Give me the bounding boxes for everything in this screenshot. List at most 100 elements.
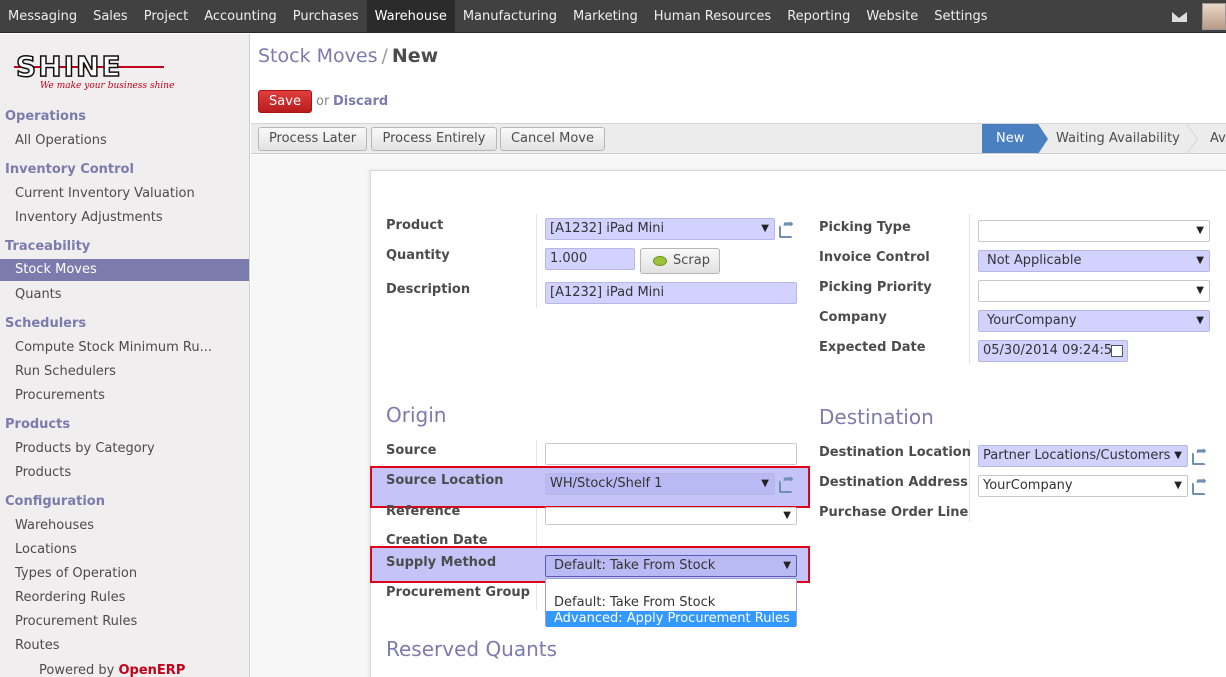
- menu-warehouse[interactable]: Warehouse: [366, 0, 455, 33]
- procurement-group-label: Procurement Group: [386, 585, 530, 600]
- sidebar-item-warehouses[interactable]: Warehouses: [15, 518, 94, 533]
- company-logo: SHINE We make your business shine: [14, 48, 204, 98]
- chevron-down-icon: ▼: [1196, 285, 1204, 296]
- menu-sales[interactable]: Sales: [85, 0, 136, 33]
- invoice-control-value: Not Applicable: [987, 253, 1082, 268]
- chevron-down-icon: ▼: [761, 223, 769, 234]
- mail-icon[interactable]: [1172, 12, 1187, 22]
- sidebar-section-schedulers: Schedulers: [5, 316, 87, 331]
- save-button[interactable]: Save: [258, 90, 312, 113]
- sidebar-item-products-by-category[interactable]: Products by Category: [15, 441, 155, 456]
- external-link-icon[interactable]: [779, 217, 795, 238]
- stage-waiting-availability[interactable]: Waiting Availability: [1056, 124, 1180, 153]
- external-link-icon[interactable]: [779, 472, 795, 493]
- external-link-icon[interactable]: [1192, 474, 1208, 495]
- menu-marketing[interactable]: Marketing: [565, 0, 646, 33]
- process-later-button[interactable]: Process Later: [258, 127, 367, 151]
- menu-purchases[interactable]: Purchases: [285, 0, 367, 33]
- description-field[interactable]: [A1232] iPad Mini: [545, 282, 797, 304]
- scrap-button[interactable]: Scrap: [640, 248, 720, 274]
- menu-messaging[interactable]: Messaging: [0, 0, 85, 33]
- external-link-icon[interactable]: [1192, 444, 1208, 465]
- discard-link[interactable]: Discard: [333, 94, 388, 109]
- calendar-icon[interactable]: [1111, 345, 1123, 357]
- breadcrumb: Stock Moves / New: [258, 45, 438, 67]
- destination-address-label: Destination Address: [819, 475, 968, 490]
- expected-date-field[interactable]: 05/30/2014 09:24:5: [978, 340, 1128, 362]
- sidebar-item-types-of-operation[interactable]: Types of Operation: [15, 566, 137, 581]
- supply-method-label: Supply Method: [386, 555, 497, 570]
- stage-separator: [1186, 124, 1199, 154]
- sidebar-item-stock-moves[interactable]: Stock Moves: [0, 259, 249, 281]
- sidebar-item-procurement-rules[interactable]: Procurement Rules: [15, 614, 137, 629]
- stage-new[interactable]: New: [982, 124, 1049, 154]
- expected-date-value: 05/30/2014 09:24:5: [983, 343, 1113, 358]
- stage-available[interactable]: Av: [1210, 124, 1226, 153]
- menu-human-resources[interactable]: Human Resources: [646, 0, 779, 33]
- powered-brand-link[interactable]: OpenERP: [119, 663, 186, 677]
- sidebar-item-compute-stock-minimum-rules[interactable]: Compute Stock Minimum Ru...: [15, 340, 212, 355]
- sidebar-item-quants[interactable]: Quants: [15, 287, 62, 302]
- menu-reporting[interactable]: Reporting: [779, 0, 858, 33]
- process-entirely-button[interactable]: Process Entirely: [371, 127, 497, 151]
- menu-settings[interactable]: Settings: [926, 0, 995, 33]
- sidebar-item-procurements[interactable]: Procurements: [15, 388, 105, 403]
- scrap-label: Scrap: [673, 253, 710, 268]
- product-label: Product: [386, 218, 444, 233]
- chevron-down-icon: ▼: [1174, 450, 1182, 461]
- sidebar-item-all-operations[interactable]: All Operations: [15, 133, 107, 148]
- sidebar-item-current-inventory-valuation[interactable]: Current Inventory Valuation: [15, 186, 195, 201]
- cancel-move-button[interactable]: Cancel Move: [500, 127, 605, 151]
- menu-website[interactable]: Website: [858, 0, 926, 33]
- description-value: [A1232] iPad Mini: [550, 285, 665, 300]
- sidebar-item-routes[interactable]: Routes: [15, 638, 60, 653]
- sidebar-item-locations[interactable]: Locations: [15, 542, 77, 557]
- reference-select[interactable]: ▼: [545, 507, 797, 525]
- sidebar-item-inventory-adjustments[interactable]: Inventory Adjustments: [15, 210, 163, 225]
- source-location-select[interactable]: WH/Stock/Shelf 1 ▼: [545, 473, 775, 495]
- chevron-down-icon: ▼: [1174, 480, 1182, 491]
- destination-address-select[interactable]: YourCompany ▼: [978, 475, 1188, 497]
- sidebar-item-products[interactable]: Products: [15, 465, 71, 480]
- destination-address-value: YourCompany: [983, 478, 1073, 493]
- sidebar-item-run-schedulers[interactable]: Run Schedulers: [15, 364, 116, 379]
- company-value: YourCompany: [987, 313, 1077, 328]
- picking-priority-select[interactable]: ▼: [978, 280, 1210, 302]
- expected-date-label: Expected Date: [819, 340, 926, 355]
- picking-type-select[interactable]: ▼: [978, 220, 1210, 242]
- invoice-control-select[interactable]: Not Applicable ▼: [978, 250, 1210, 272]
- sidebar-section-configuration: Configuration: [5, 494, 105, 509]
- destination-location-select[interactable]: Partner Locations/Customers ▼: [978, 445, 1188, 467]
- destination-location-value: Partner Locations/Customers: [983, 448, 1171, 463]
- powered-by: Powered by OpenERP: [39, 663, 185, 677]
- chevron-down-icon: ▼: [1196, 315, 1204, 326]
- product-select[interactable]: [A1232] iPad Mini ▼: [545, 218, 775, 240]
- avatar[interactable]: [1202, 3, 1226, 30]
- chevron-down-icon: ▼: [783, 510, 791, 521]
- supply-method-value: Default: Take From Stock: [554, 558, 716, 573]
- breadcrumb-parent[interactable]: Stock Moves: [258, 45, 377, 67]
- menu-manufacturing[interactable]: Manufacturing: [455, 0, 565, 33]
- main-menu: Messaging Sales Project Accounting Purch…: [0, 0, 996, 33]
- form-sheet: [370, 170, 1226, 677]
- reserved-quants-title: Reserved Quants: [386, 637, 558, 661]
- description-label: Description: [386, 282, 471, 297]
- menu-project[interactable]: Project: [136, 0, 196, 33]
- source-field[interactable]: [545, 443, 797, 465]
- supply-method-select[interactable]: Default: Take From Stock ▼: [545, 555, 797, 577]
- quantity-field[interactable]: 1.000: [545, 248, 635, 270]
- supply-method-option-default[interactable]: Default: Take From Stock: [546, 595, 796, 611]
- supply-method-option-advanced[interactable]: Advanced: Apply Procurement Rules: [546, 611, 796, 627]
- sidebar-section-operations: Operations: [5, 109, 86, 124]
- or-text: or: [316, 94, 330, 109]
- logo-tagline: We make your business shine: [40, 81, 175, 91]
- chevron-down-icon: ▼: [761, 478, 769, 489]
- quantity-value: 1.000: [550, 251, 588, 266]
- menu-accounting[interactable]: Accounting: [196, 0, 285, 33]
- company-select[interactable]: YourCompany ▼: [978, 310, 1210, 332]
- product-value: [A1232] iPad Mini: [550, 221, 665, 236]
- sidebar-item-reordering-rules[interactable]: Reordering Rules: [15, 590, 125, 605]
- sidebar-section-products: Products: [5, 417, 71, 432]
- quantity-label: Quantity: [386, 248, 450, 263]
- top-menu-bar: Messaging Sales Project Accounting Purch…: [0, 0, 1226, 33]
